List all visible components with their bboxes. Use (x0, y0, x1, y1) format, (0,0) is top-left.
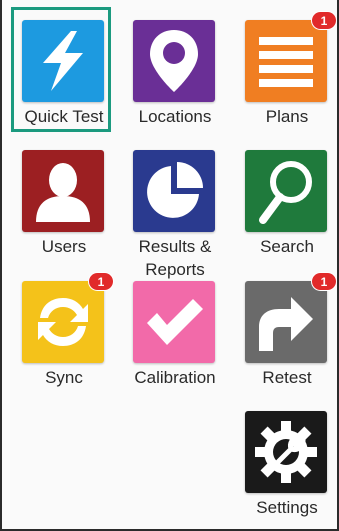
check-icon (147, 299, 203, 345)
tile-users[interactable]: Users (10, 140, 118, 268)
tile-plans[interactable]: 1 Plans (233, 10, 339, 138)
settings-label: Settings (256, 498, 318, 517)
calibration-label: Calibration (134, 368, 216, 387)
magnifier-icon (259, 161, 312, 224)
sync-icon (38, 298, 88, 346)
search-tile-bg (245, 150, 327, 232)
plans-badge: 1 (312, 12, 336, 29)
plans-tile-bg (245, 20, 327, 102)
user-icon (36, 163, 90, 222)
sync-label: Sync (45, 368, 83, 387)
tile-quick-test[interactable]: Quick Test (10, 10, 118, 138)
pie-chart-icon (147, 162, 203, 218)
gear-wrench-icon (255, 421, 317, 483)
tile-calibration[interactable]: Calibration (121, 271, 229, 399)
results-reports-tile-bg (133, 150, 215, 232)
locations-tile-bg (133, 20, 215, 102)
redo-arrow-icon (259, 297, 313, 351)
search-label: Search (260, 237, 314, 256)
sync-badge: 1 (89, 273, 113, 290)
lightning-icon (43, 31, 83, 91)
list-icon (259, 37, 313, 87)
tile-settings[interactable]: Settings (233, 401, 339, 529)
calibration-tile-bg (133, 281, 215, 363)
tile-locations[interactable]: Locations (121, 10, 229, 138)
users-label: Users (41, 237, 87, 256)
quick-test-label: Quick Test (24, 107, 104, 126)
retest-label: Retest (262, 368, 312, 387)
retest-badge: 1 (312, 273, 336, 290)
tile-search[interactable]: Search (233, 140, 339, 268)
sync-tile-bg (22, 281, 104, 363)
quick-test-tile-bg (22, 20, 104, 102)
retest-tile-bg (245, 281, 327, 363)
app-frame: Quick Test Locations 1 Plans Users Resul… (0, 0, 339, 531)
plans-label: Plans (265, 107, 309, 126)
locations-label: Locations (138, 107, 212, 126)
tile-sync[interactable]: 1 Sync (10, 271, 118, 399)
map-pin-icon (150, 30, 198, 92)
settings-tile-bg (245, 411, 327, 493)
users-tile-bg (22, 150, 104, 232)
tile-retest[interactable]: 1 Retest (233, 271, 339, 399)
tile-results-reports[interactable]: Results & Reports (121, 140, 229, 279)
